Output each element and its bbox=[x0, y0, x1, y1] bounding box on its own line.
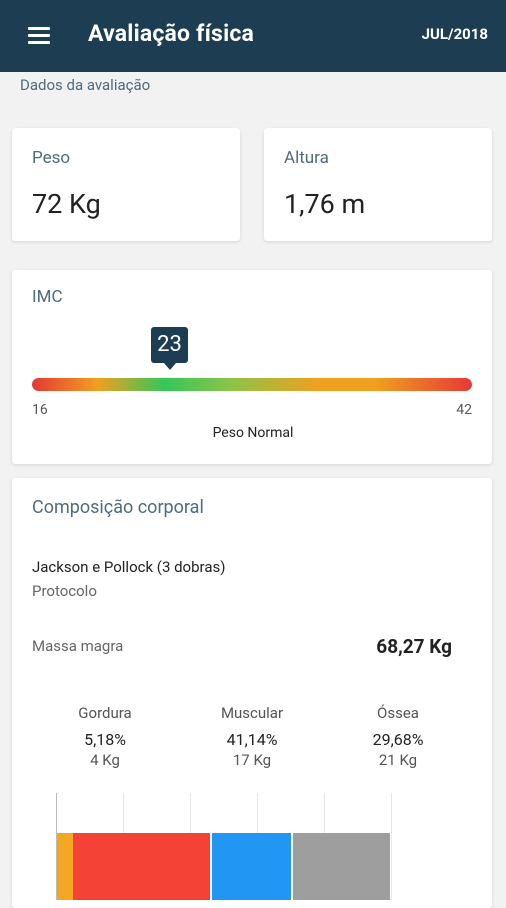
stat-muscle-percent: 41,14% bbox=[226, 730, 278, 749]
stat-bone-name: Óssea bbox=[377, 704, 419, 722]
protocol-name: Jackson e Pollock (3 dobras) bbox=[32, 558, 226, 576]
weight-label: Peso bbox=[32, 148, 71, 168]
composition-title: Composição corporal bbox=[32, 497, 204, 518]
imc-min: 16 bbox=[32, 402, 48, 418]
stat-fat: Gordura 5,18% 4 Kg bbox=[40, 704, 170, 769]
imc-value-marker: 23 bbox=[151, 327, 188, 370]
bar-segment-muscle bbox=[73, 833, 210, 900]
stat-fat-name: Gordura bbox=[78, 704, 132, 722]
height-card: Altura 1,76 m bbox=[264, 128, 492, 241]
imc-max: 42 bbox=[456, 402, 472, 418]
menu-icon[interactable] bbox=[28, 27, 50, 45]
stat-bone-kg: 21 Kg bbox=[378, 751, 418, 769]
stat-muscle-kg: 17 Kg bbox=[232, 751, 272, 769]
gridline bbox=[391, 793, 392, 900]
composition-bar-chart bbox=[56, 793, 456, 900]
imc-gradient-bar bbox=[32, 378, 472, 391]
bar-segment-residual bbox=[293, 833, 390, 900]
imc-classification: Peso Normal bbox=[212, 425, 294, 441]
stat-fat-percent: 5,18% bbox=[84, 730, 126, 749]
protocol-label: Protocolo bbox=[32, 582, 97, 600]
bar-segment-fat bbox=[57, 833, 73, 900]
app-bar: Avaliação física JUL/2018 bbox=[0, 0, 506, 72]
weight-value: 72 Kg bbox=[32, 188, 101, 220]
stat-muscle: Muscular 41,14% 17 Kg bbox=[187, 704, 317, 769]
section-label: Dados da avaliação bbox=[20, 76, 151, 94]
bar-segment-bone bbox=[212, 833, 291, 900]
stat-bone: Óssea 29,68% 21 Kg bbox=[333, 704, 463, 769]
stat-muscle-name: Muscular bbox=[220, 704, 284, 722]
lean-mass-label: Massa magra bbox=[32, 637, 124, 655]
weight-card: Peso 72 Kg bbox=[12, 128, 240, 241]
page-title: Avaliação física bbox=[88, 20, 255, 47]
imc-label: IMC bbox=[32, 287, 63, 307]
stat-fat-kg: 4 Kg bbox=[90, 751, 120, 769]
stat-bone-percent: 29,68% bbox=[372, 730, 424, 749]
height-value: 1,76 m bbox=[284, 188, 366, 220]
lean-mass-value: 68,27 Kg bbox=[376, 635, 452, 658]
evaluation-date[interactable]: JUL/2018 bbox=[422, 25, 488, 43]
height-label: Altura bbox=[284, 148, 329, 168]
